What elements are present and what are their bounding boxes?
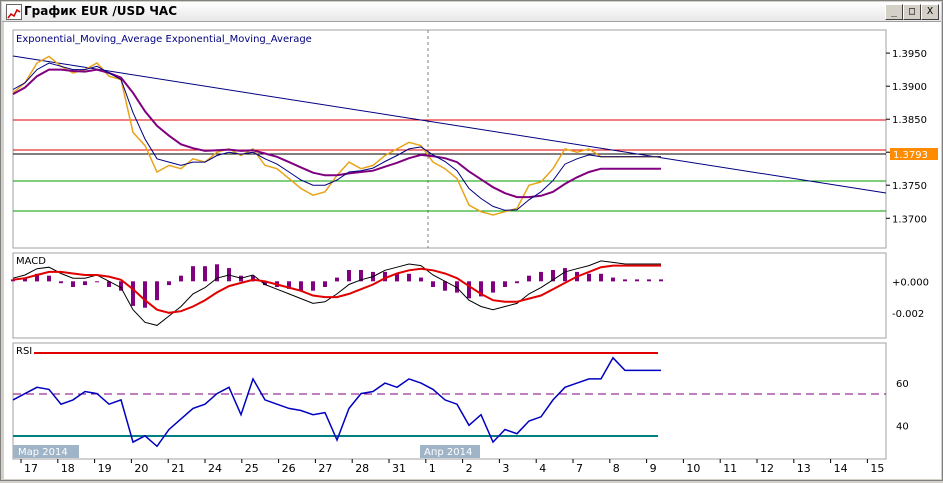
time-tick-label: 2 <box>466 462 473 475</box>
macd-label: MACD <box>16 256 46 267</box>
rsi-axis: 60 40 <box>896 379 909 432</box>
time-tick-label: 28 <box>355 462 369 475</box>
macd-hist-bar <box>467 281 471 299</box>
macd-hist-bar <box>503 281 507 287</box>
time-tick-label: 21 <box>171 462 185 475</box>
time-tick-label: 12 <box>760 462 774 475</box>
time-tick-label: 14 <box>834 462 848 475</box>
month-label-mar: Мар 2014 <box>18 447 68 458</box>
macd-hist-bar <box>143 281 147 308</box>
time-tick-label: 10 <box>686 462 700 475</box>
time-tick-label: 9 <box>650 462 657 475</box>
macd-axis: +0.000 -0.002 <box>892 277 929 320</box>
price-tick-label: 1.3900 <box>892 82 927 93</box>
macd-hist-bar <box>527 275 531 282</box>
time-tick-label: 13 <box>797 462 811 475</box>
macd-hist-bar <box>311 281 315 291</box>
chart-area[interactable]: Exponential_Moving_Average Exponential_M… <box>4 22 941 479</box>
macd-hist-bar <box>71 281 75 287</box>
time-tick-label: 31 <box>392 462 406 475</box>
macd-hist-bar <box>155 281 159 301</box>
close-button[interactable]: X <box>921 4 939 20</box>
macd-hist-bar <box>515 281 519 284</box>
current-price-label: 1.3793 <box>893 150 928 161</box>
chart-app-icon <box>6 4 22 20</box>
macd-hist-bar <box>611 277 615 282</box>
macd-hist-bar <box>323 281 327 287</box>
macd-hist-bar <box>203 266 207 282</box>
macd-hist-bar <box>299 281 303 291</box>
macd-hist-bar <box>587 273 591 282</box>
time-tick-label: 25 <box>245 462 259 475</box>
chart-window: График EUR /USD ЧАС _ □ X Exponential_Mo… <box>0 0 943 481</box>
time-tick-label: 1 <box>429 462 436 475</box>
macd-hist-bar <box>623 279 627 282</box>
time-tick-label: 19 <box>98 462 112 475</box>
macd-hist-bar <box>407 273 411 282</box>
time-tick-label: 18 <box>61 462 75 475</box>
macd-hist-bar <box>179 275 183 282</box>
macd-hist-bar <box>347 270 351 282</box>
chart-icon-glyph <box>7 8 21 19</box>
macd-hist-bar <box>539 271 543 282</box>
time-tick-label: 11 <box>723 462 737 475</box>
time-tick-label: 3 <box>502 462 509 475</box>
macd-hist-bar <box>419 277 423 282</box>
title-bar[interactable]: График EUR /USD ЧАС _ □ X <box>2 2 941 22</box>
time-tick-label: 4 <box>539 462 546 475</box>
time-tick-label: 24 <box>208 462 222 475</box>
price-tick-label: 1.3950 <box>892 49 927 60</box>
macd-hist-bar <box>659 279 663 282</box>
macd-hist-bar <box>191 266 195 282</box>
macd-hist-bar <box>95 281 99 283</box>
macd-hist-bar <box>563 268 567 282</box>
window-title: График EUR /USD ЧАС <box>24 4 178 18</box>
minimize-button[interactable]: _ <box>885 4 903 20</box>
rsi-tick-label: 40 <box>896 421 909 432</box>
macd-hist-bar <box>131 281 135 306</box>
time-axis: 17 18 19 20 21 24 25 26 27 28 31 1 2 3 4 7 8 9 10 11 12 13 14 1… <box>20 459 884 475</box>
macd-hist-bar <box>83 281 87 286</box>
time-tick-label: 20 <box>134 462 148 475</box>
macd-hist-bar <box>443 281 447 291</box>
time-tick-label: 8 <box>613 462 620 475</box>
price-panel[interactable] <box>12 29 887 249</box>
chart-svg[interactable]: Exponential_Moving_Average Exponential_M… <box>4 22 941 479</box>
month-label-apr: Апр 2014 <box>424 447 472 458</box>
macd-hist-bar <box>335 277 339 282</box>
time-tick-label: 27 <box>318 462 332 475</box>
macd-hist-bar <box>635 279 639 282</box>
maximize-button[interactable]: □ <box>903 4 921 20</box>
macd-tick-label: +0.000 <box>892 277 929 288</box>
time-tick-label: 26 <box>282 462 296 475</box>
indicator-legend: Exponential_Moving_Average Exponential_M… <box>16 34 312 45</box>
macd-hist-bar <box>491 281 495 293</box>
price-tick-label: 1.3850 <box>892 115 927 126</box>
time-tick-label: 7 <box>576 462 583 475</box>
macd-hist-bar <box>167 281 171 286</box>
macd-tick-label: -0.002 <box>892 309 924 320</box>
rsi-tick-label: 60 <box>896 379 909 390</box>
time-tick-label: 15 <box>870 462 884 475</box>
macd-hist-bar <box>59 281 63 284</box>
price-tick-label: 1.3750 <box>892 181 927 192</box>
price-tick-label: 1.3700 <box>892 214 927 225</box>
macd-hist-bar <box>599 273 603 282</box>
macd-hist-bar <box>647 279 651 282</box>
macd-hist-bar <box>47 275 51 282</box>
time-tick-label: 17 <box>24 462 38 475</box>
price-axis: 1.39501.39001.38501.38001.37501.3700 <box>886 49 927 225</box>
rsi-label: RSI <box>16 346 32 357</box>
macd-hist-bar <box>431 281 435 287</box>
